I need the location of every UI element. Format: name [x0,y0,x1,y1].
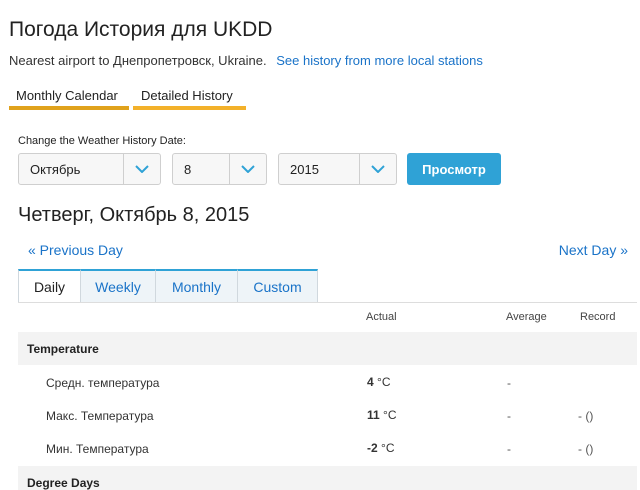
view-button[interactable]: Просмотр [407,153,501,185]
table-row: Мин. Температура -2 °C - - () [18,432,637,465]
section-degree-days: Degree Days [18,466,637,490]
chevron-down-icon[interactable] [359,154,396,184]
section-title: Degree Days [27,476,100,490]
change-date-label: Change the Weather History Date: [18,135,186,147]
period-tabs: Daily Weekly Monthly Custom [18,269,637,303]
row-record: - () [578,409,594,423]
month-select-value: Октябрь [30,162,81,177]
row-actual: -2 °C [367,441,395,455]
row-average: - [507,376,511,390]
table-row: Макс. Температура 11 °C - - () [18,399,637,432]
tab-monthly[interactable]: Monthly [156,269,238,302]
row-label: Мин. Температура [46,442,149,456]
table-row: Средн. температура 4 °C - [18,366,637,399]
day-select[interactable]: 8 [172,153,267,185]
row-actual: 11 °C [367,408,397,422]
date-heading: Четверг, Октябрь 8, 2015 [18,204,250,226]
more-stations-link[interactable]: See history from more local stations [276,53,483,68]
tab-custom[interactable]: Custom [238,269,318,302]
section-title: Temperature [27,342,99,356]
row-label: Средн. температура [46,376,160,390]
page-title: Погода История для UKDD [9,18,273,41]
year-select-value: 2015 [290,162,319,177]
chevron-down-icon[interactable] [123,154,160,184]
month-select[interactable]: Октябрь [18,153,161,185]
year-select[interactable]: 2015 [278,153,397,185]
row-average: - [507,409,511,423]
section-temperature: Temperature [18,332,637,365]
column-header-record: Record [580,311,616,323]
column-header-actual: Actual [366,311,397,323]
chevron-down-icon[interactable] [229,154,266,184]
tab-weekly[interactable]: Weekly [81,269,156,302]
tab-monthly-calendar[interactable]: Monthly Calendar [9,88,129,110]
row-actual: 4 °C [367,375,391,389]
next-day-link[interactable]: Next Day » [559,242,628,258]
tab-detailed-history[interactable]: Detailed History [133,88,246,110]
row-average: - [507,442,511,456]
nearest-airport-text: Nearest airport to Днепропетровск, Ukrai… [9,53,267,68]
nearest-airport-line: Nearest airport to Днепропетровск, Ukrai… [9,53,483,68]
row-record: - () [578,442,594,456]
column-header-average: Average [506,311,547,323]
day-select-value: 8 [184,162,192,177]
row-label: Макс. Температура [46,409,154,423]
previous-day-link[interactable]: « Previous Day [28,242,123,258]
tab-daily[interactable]: Daily [18,269,81,302]
